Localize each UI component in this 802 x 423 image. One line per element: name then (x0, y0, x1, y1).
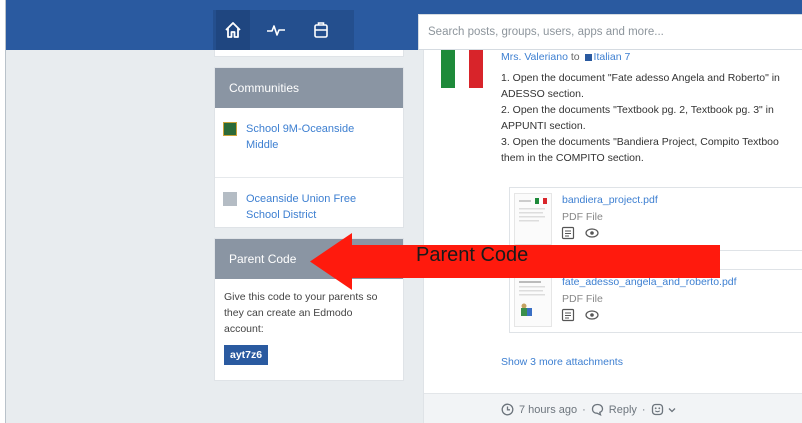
post-body: 1. Open the document "Fate adesso Angela… (501, 70, 802, 166)
group-icon (584, 53, 592, 61)
home-icon (225, 22, 241, 38)
reply-button[interactable]: Reply (609, 404, 637, 416)
main-nav (213, 10, 354, 50)
community-item-district[interactable]: Oceanside Union Free School District (215, 177, 403, 235)
activity-button[interactable] (259, 10, 293, 50)
community-label-line: School 9M-Oceanside (246, 123, 355, 135)
document-icon[interactable] (561, 308, 575, 322)
post-timestamp: 7 hours ago (519, 403, 578, 416)
district-icon (223, 192, 237, 206)
attachment-name[interactable]: bandiera_project.pdf (562, 194, 658, 206)
post-line: ADESSO section. (501, 88, 584, 100)
attachment-actions (561, 308, 599, 322)
show-more-attachments-link[interactable]: Show 3 more attachments (501, 356, 623, 368)
post-footer: 7 hours ago · Reply · (424, 393, 802, 423)
community-label-line: Middle (246, 139, 279, 151)
post-line: 3. Open the documents "Bandiera Project,… (501, 136, 779, 148)
pulse-icon (267, 25, 285, 36)
attachment-type: PDF File (562, 293, 603, 305)
backpack-button[interactable] (304, 10, 338, 50)
reply-icon[interactable] (591, 403, 604, 416)
parent-code-badge[interactable]: ayt7z6 (224, 345, 269, 365)
chevron-down-icon[interactable] (667, 405, 677, 415)
home-button[interactable] (216, 10, 250, 50)
window-left-edge (0, 0, 6, 423)
attachment-type: PDF File (562, 211, 603, 223)
avatar[interactable] (441, 50, 483, 88)
previous-card-bottom (214, 50, 404, 57)
search-box[interactable] (418, 14, 802, 50)
separator: · (641, 403, 646, 416)
post-author[interactable]: Mrs. Valeriano (501, 51, 568, 63)
eye-icon[interactable] (585, 308, 599, 322)
community-label-line: Oceanside Union Free (246, 193, 357, 205)
instruction-line: Give this code to your parents so (224, 291, 378, 303)
post-header: Mrs. Valeriano to Italian 7 (501, 51, 630, 63)
community-link[interactable]: School 9M-Oceanside Middle (246, 121, 354, 165)
post-line: 2. Open the documents "Textbook pg. 2, T… (501, 104, 774, 116)
post-line: APPUNTI section. (501, 120, 586, 132)
communities-title: Communities (215, 68, 403, 108)
communities-card: Communities School 9M-Oceanside Middle O… (214, 67, 404, 228)
community-item-school[interactable]: School 9M-Oceanside Middle (215, 108, 403, 165)
post-group[interactable]: Italian 7 (594, 51, 631, 63)
instruction-line: they can create an Edmodo (224, 307, 353, 319)
school-icon (223, 122, 237, 136)
community-link[interactable]: Oceanside Union Free School District (246, 191, 356, 235)
reaction-icon[interactable] (651, 403, 664, 416)
post-line: 1. Open the document "Fate adesso Angela… (501, 72, 780, 84)
annotation-label: Parent Code (416, 244, 529, 266)
search-input[interactable] (419, 15, 802, 49)
backpack-icon (314, 22, 328, 38)
post-line: them in the COMPITO section. (501, 152, 644, 164)
instruction-line: account: (224, 323, 264, 335)
post-to-label: to (570, 51, 580, 63)
community-label-line: School District (246, 209, 317, 221)
clock-icon (501, 403, 514, 416)
separator: · (582, 403, 586, 416)
